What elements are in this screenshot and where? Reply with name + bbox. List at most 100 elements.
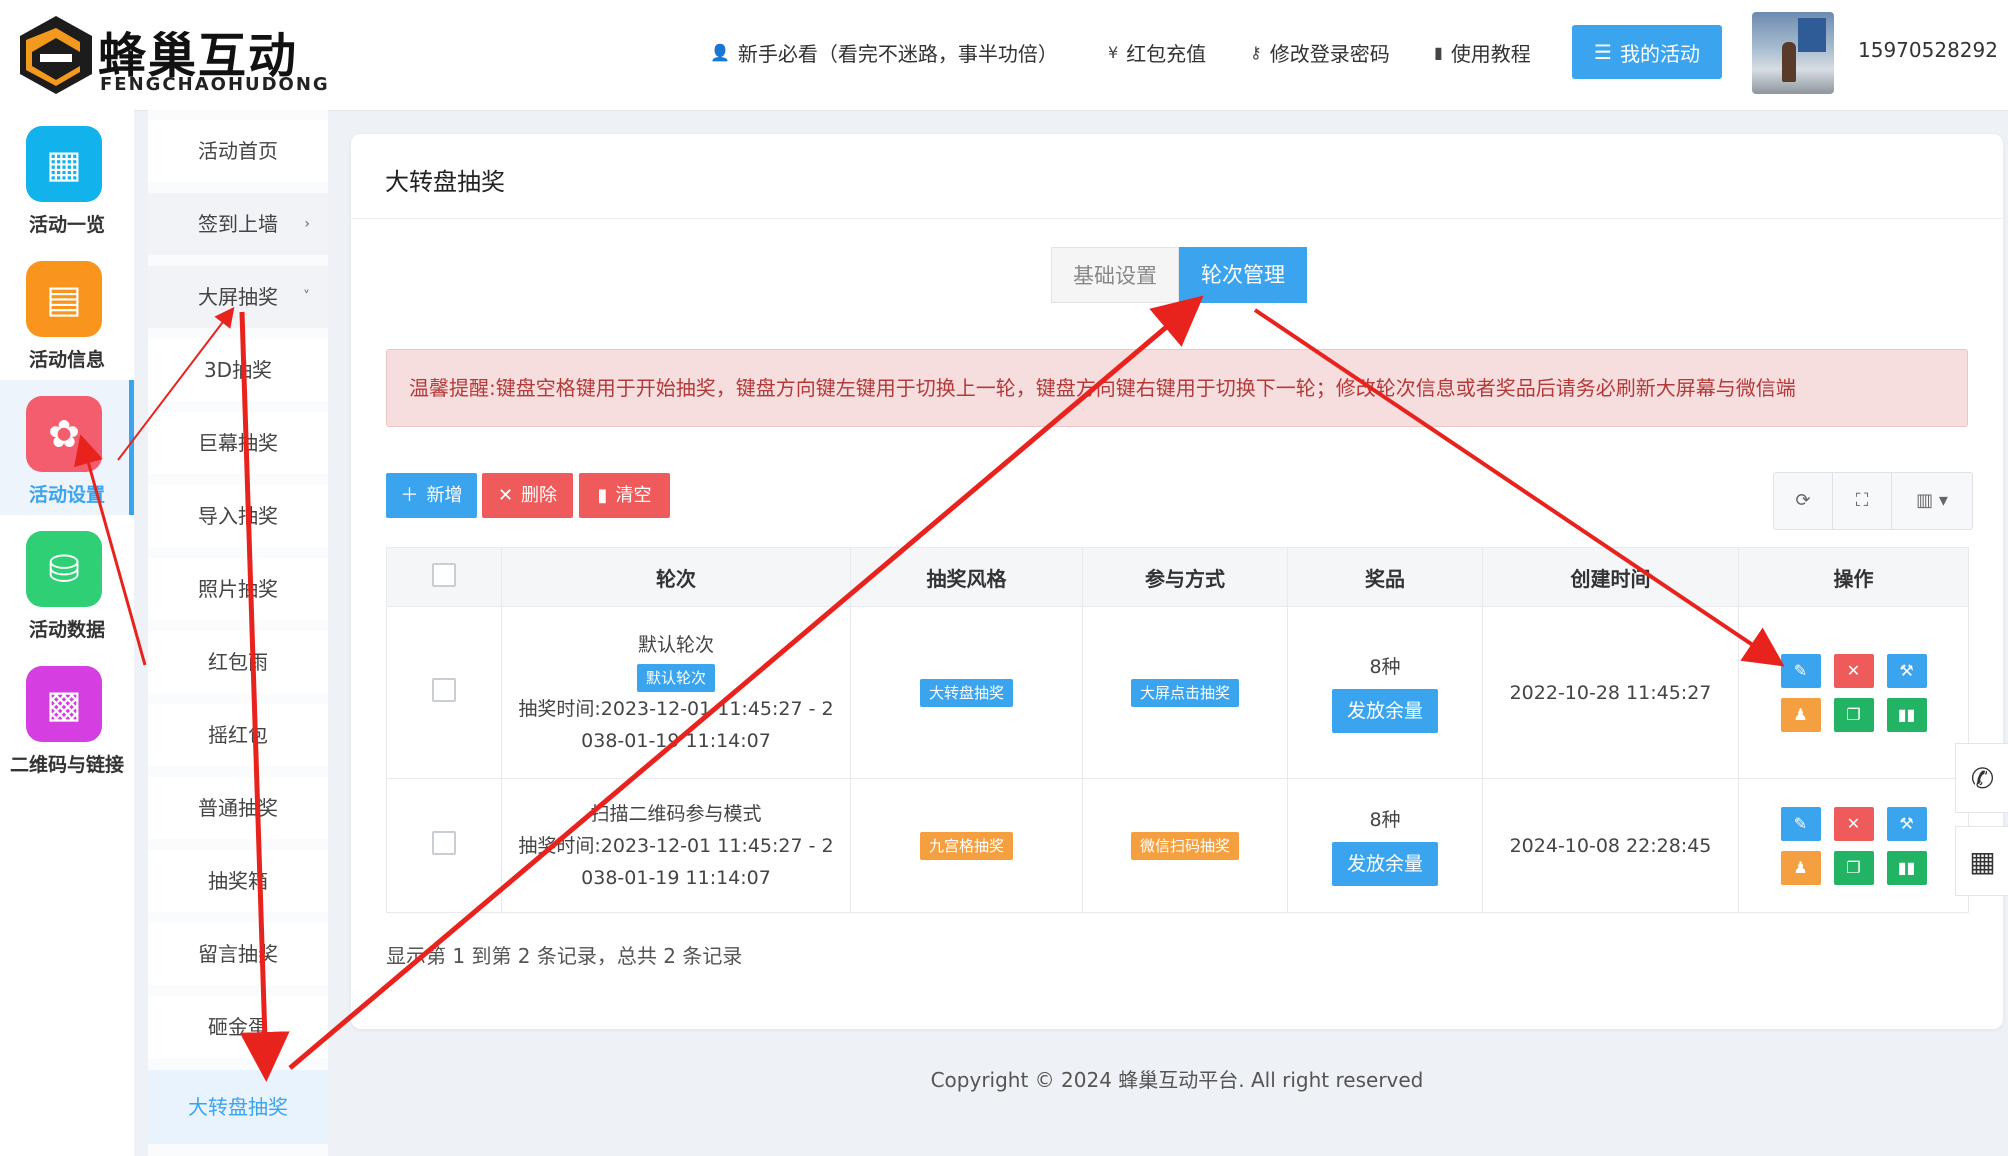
subnav-shake-redpacket[interactable]: 摇红包 xyxy=(148,704,328,766)
avatar[interactable] xyxy=(1752,12,1834,94)
subnav-activity-home[interactable]: 活动首页 xyxy=(148,120,328,182)
edit-icon[interactable]: ✎ xyxy=(1780,806,1821,841)
apps-icon[interactable]: ▦ xyxy=(1955,826,2008,896)
delete-button[interactable]: ✕ 删除 xyxy=(482,473,573,518)
column-header: 操作 xyxy=(1738,547,1969,607)
copy-icon[interactable]: ❐ xyxy=(1833,697,1874,732)
round-cell: 扫描二维码参与模式 抽奖时间:2023-12-01 11:45:27 - 2 0… xyxy=(501,778,851,913)
delete-icon[interactable]: ✕ xyxy=(1833,806,1874,841)
gavel-icon[interactable]: ⚒ xyxy=(1886,653,1927,688)
clear-button[interactable]: ▮ 清空 xyxy=(579,473,670,518)
subnav-checkin-wall[interactable]: 签到上墙 › xyxy=(148,193,328,255)
column-header: 参与方式 xyxy=(1082,547,1288,607)
columns-toggle-icon[interactable]: ▥ ▾ xyxy=(1892,473,1972,529)
subnav-redpacket-rain[interactable]: 红包雨 xyxy=(148,631,328,693)
copy-icon[interactable]: ❐ xyxy=(1833,850,1874,885)
join-cell: 微信扫码抽奖 xyxy=(1082,778,1288,913)
subnav-lottery-box[interactable]: 抽奖箱 xyxy=(148,850,328,912)
subnav-wheel-lottery[interactable]: 大转盘抽奖 xyxy=(148,1070,328,1144)
issue-remaining-button[interactable]: 发放余量 xyxy=(1332,689,1438,733)
delete-icon[interactable]: ✕ xyxy=(1833,653,1874,688)
nav-newbie-guide[interactable]: 👤 新手必看（看完不迷路，事半功倍） xyxy=(710,38,1058,67)
nav-redpacket-recharge[interactable]: ¥ 红包充值 xyxy=(1108,38,1206,67)
subnav-photo-lottery[interactable]: 照片抽奖 xyxy=(148,558,328,620)
join-tag: 微信扫码抽奖 xyxy=(1130,831,1239,860)
gavel-icon[interactable]: ⚒ xyxy=(1886,806,1927,841)
prize-cell: 8种 发放余量 xyxy=(1287,778,1483,913)
column-header: 轮次 xyxy=(501,547,851,607)
subnav-label: 摇红包 xyxy=(208,723,268,747)
main-sidebar: ▦ 活动一览 ▤ 活动信息 ✿ 活动设置 ⛁ 活动数据 ▩ 二维码与链接 xyxy=(0,110,134,1156)
lottery-time-cont: 038-01-19 11:14:07 xyxy=(581,729,771,752)
barcode-icon[interactable]: ▮▮ xyxy=(1886,697,1927,732)
sidebar-item-activity-list[interactable]: ▦ 活动一览 xyxy=(0,110,134,245)
subnav-label: 导入抽奖 xyxy=(198,504,278,528)
refresh-icon[interactable]: ⟳ xyxy=(1774,473,1833,529)
created-time: 2024-10-08 22:28:45 xyxy=(1482,778,1739,913)
account-dropdown[interactable]: 15970528292 ▼ xyxy=(1858,38,2008,62)
chevron-right-icon: › xyxy=(304,216,310,232)
issue-remaining-button[interactable]: 发放余量 xyxy=(1332,842,1438,886)
actions-cell: ✎ ✕ ⚒ ♟ ❐ ▮▮ xyxy=(1738,778,1969,913)
nav-label: 红包充值 xyxy=(1126,42,1207,66)
tab-basic-settings[interactable]: 基础设置 xyxy=(1051,247,1179,303)
subnav-golden-egg[interactable]: 砸金蛋 xyxy=(148,996,328,1058)
sub-sidebar: 活动首页 签到上墙 › 大屏抽奖 ˅ 3D抽奖 巨幕抽奖 导入抽奖 照片抽奖 红包雨… xyxy=(148,110,328,1156)
yen-icon: ¥ xyxy=(1108,43,1119,62)
select-all-checkbox[interactable] xyxy=(432,562,456,587)
lottery-time: 抽奖时间:2023-12-01 11:45:27 - 2 xyxy=(518,697,834,720)
fullscreen-icon[interactable]: ⛶ xyxy=(1833,473,1892,529)
rounds-table: 轮次 抽奖风格 参与方式 奖品 创建时间 操作 默认轮次 默认轮次 抽奖时间:2… xyxy=(386,547,1969,913)
phone-icon[interactable]: ✆ xyxy=(1955,743,2008,813)
sidebar-item-qrcode-links[interactable]: ▩ 二维码与链接 xyxy=(0,650,134,785)
prize-count: 8种 xyxy=(1369,656,1401,678)
created-time: 2022-10-28 11:45:27 xyxy=(1482,606,1739,779)
lottery-time-cont: 038-01-19 11:14:07 xyxy=(581,866,771,889)
column-header: 奖品 xyxy=(1287,547,1483,607)
subnav-normal-lottery[interactable]: 普通抽奖 xyxy=(148,777,328,839)
join-cell: 大屏点击抽奖 xyxy=(1082,606,1288,779)
nav-change-password[interactable]: ⚷ 修改登录密码 xyxy=(1250,38,1390,67)
subnav-import-lottery[interactable]: 导入抽奖 xyxy=(148,485,328,547)
subnav-message-lottery[interactable]: 留言抽奖 xyxy=(148,923,328,985)
trash-icon: ▮ xyxy=(597,485,608,506)
column-header: 抽奖风格 xyxy=(850,547,1083,607)
style-cell: 九宫格抽奖 xyxy=(850,778,1083,913)
footer-copyright: Copyright © 2024 蜂巢互动平台. All right reser… xyxy=(930,1068,1424,1092)
subnav-giant-screen-lottery[interactable]: 巨幕抽奖 xyxy=(148,412,328,474)
sidebar-item-activity-data[interactable]: ⛁ 活动数据 xyxy=(0,515,134,650)
default-round-badge: 默认轮次 xyxy=(636,663,715,692)
warning-alert: 温馨提醒:键盘空格键用于开始抽奖，键盘方向键左键用于切换上一轮，键盘方向键右键用… xyxy=(386,349,1968,427)
user-icon[interactable]: ♟ xyxy=(1780,697,1821,732)
sidebar-item-activity-info[interactable]: ▤ 活动信息 xyxy=(0,245,134,380)
nav-tutorial[interactable]: ▮ 使用教程 xyxy=(1434,38,1531,67)
edit-icon[interactable]: ✎ xyxy=(1780,653,1821,688)
account-phone: 15970528292 xyxy=(1858,38,1998,62)
style-tag: 九宫格抽奖 xyxy=(919,831,1013,860)
user-icon[interactable]: ♟ xyxy=(1780,850,1821,885)
row-checkbox-cell xyxy=(386,606,502,779)
add-button[interactable]: ＋ 新增 xyxy=(386,473,477,518)
subnav-label: 活动首页 xyxy=(198,139,278,163)
sidebar-item-activity-settings[interactable]: ✿ 活动设置 xyxy=(0,380,134,515)
my-activity-button[interactable]: ☰ 我的活动 xyxy=(1572,25,1722,79)
barcode-icon[interactable]: ▮▮ xyxy=(1886,850,1927,885)
row-checkbox[interactable] xyxy=(432,831,456,855)
subnav-bigscreen-lottery[interactable]: 大屏抽奖 ˅ xyxy=(148,266,328,328)
tab-round-management[interactable]: 轮次管理 xyxy=(1179,247,1307,303)
round-name: 默认轮次 xyxy=(637,633,714,656)
nav-label: 修改登录密码 xyxy=(1269,42,1390,66)
round-cell: 默认轮次 默认轮次 抽奖时间:2023-12-01 11:45:27 - 2 0… xyxy=(501,606,851,779)
sidebar-item-label: 活动设置 xyxy=(28,484,105,506)
subnav-label: 3D抽奖 xyxy=(203,358,273,382)
subnav-label: 签到上墙 xyxy=(198,212,278,236)
logo[interactable]: 蜂巢互动 FENGCHAOHUDONG xyxy=(16,12,336,98)
close-icon: ✕ xyxy=(497,485,514,506)
logo-text-en: FENGCHAOHUDONG xyxy=(100,74,330,95)
sidebar-item-label: 二维码与链接 xyxy=(9,754,124,776)
row-checkbox[interactable] xyxy=(432,678,456,702)
divider xyxy=(351,218,2003,219)
table-row: 扫描二维码参与模式 抽奖时间:2023-12-01 11:45:27 - 2 0… xyxy=(386,778,1969,913)
lottery-time: 抽奖时间:2023-12-01 11:45:27 - 2 xyxy=(518,834,834,857)
subnav-3d-lottery[interactable]: 3D抽奖 xyxy=(148,339,328,401)
